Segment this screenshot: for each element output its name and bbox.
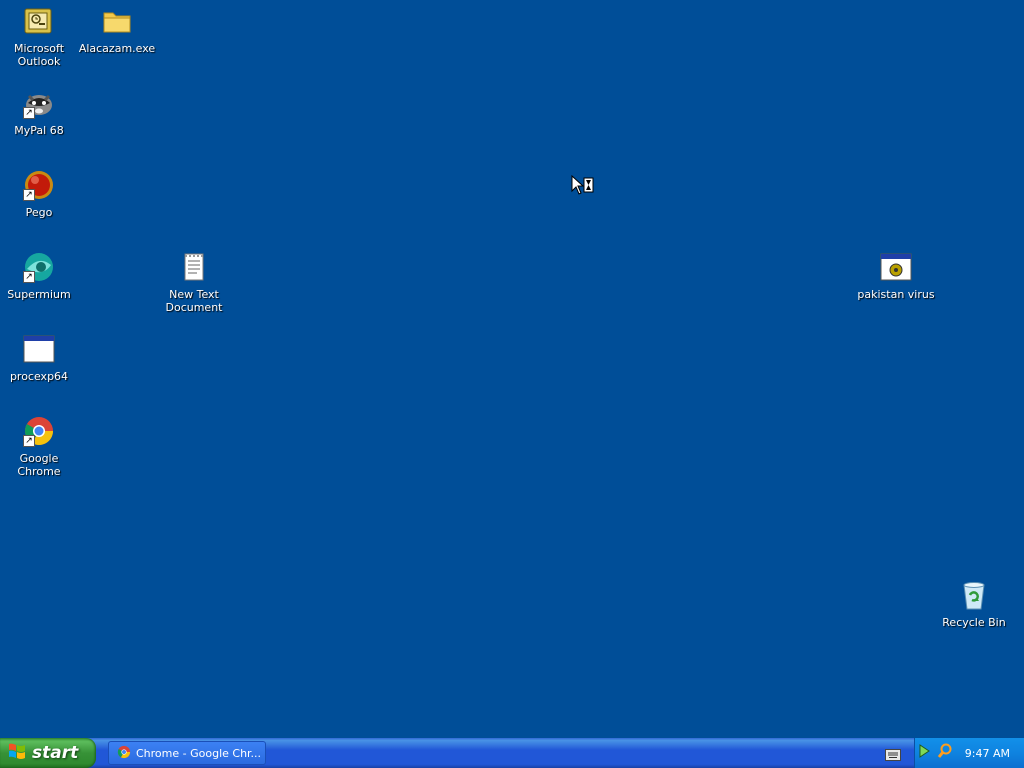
taskbar: start Chrome - Google Chr... 9:47 AM: [0, 738, 1024, 768]
desktop-icon-label: Supermium: [7, 288, 71, 301]
system-tray: 9:47 AM: [914, 738, 1024, 768]
start-label: start: [32, 743, 79, 763]
shortcut-arrow-icon: ↗: [23, 107, 35, 119]
desktop-icon-alacazam[interactable]: Alacazam.exe: [78, 2, 156, 55]
start-button[interactable]: start: [0, 738, 96, 768]
desktop-icon-label: Google Chrome: [17, 452, 61, 478]
desktop-icon-new-text-document[interactable]: New Text Document: [155, 248, 233, 314]
outlook-icon: [23, 5, 55, 37]
desktop-icon-label: New Text Document: [165, 288, 223, 314]
recycle-bin-icon: [958, 579, 990, 611]
windows-logo-icon: [8, 742, 26, 764]
desktop-icon-label: Recycle Bin: [942, 616, 1006, 629]
shortcut-arrow-icon: ↗: [23, 271, 35, 283]
supermium-icon: ↗: [23, 251, 55, 283]
clock[interactable]: 9:47 AM: [965, 747, 1010, 760]
application-icon: [880, 251, 912, 283]
pego-icon: ↗: [23, 169, 55, 201]
desktop-icon-label: MyPal 68: [14, 124, 64, 137]
desktop-icon-procexp64[interactable]: procexp64: [0, 330, 78, 383]
raccoon-icon: ↗: [23, 87, 55, 119]
application-window-icon: [23, 333, 55, 365]
taskbar-button-label: Chrome - Google Chr...: [136, 746, 262, 760]
desktop: Microsoft Outlook Alacazam.exe ↗ MyPal 6…: [0, 0, 1024, 738]
keyboard-icon[interactable]: [885, 746, 901, 765]
chrome-icon: [117, 745, 131, 762]
shortcut-arrow-icon: ↗: [23, 435, 35, 447]
folder-icon: [101, 5, 133, 37]
desktop-icon-label: Pego: [25, 206, 53, 219]
desktop-icon-microsoft-outlook[interactable]: Microsoft Outlook: [0, 2, 78, 68]
text-document-icon: [178, 251, 210, 283]
magnifier-icon[interactable]: [937, 743, 953, 763]
desktop-icon-mypal[interactable]: ↗ MyPal 68: [0, 84, 78, 137]
desktop-icon-recycle-bin[interactable]: Recycle Bin: [935, 576, 1013, 629]
shortcut-arrow-icon: ↗: [23, 189, 35, 201]
taskbar-button-chrome[interactable]: Chrome - Google Chr...: [108, 741, 266, 765]
desktop-icon-label: procexp64: [9, 370, 69, 383]
desktop-icon-label: pakistan virus: [857, 288, 935, 301]
desktop-icon-pego[interactable]: ↗ Pego: [0, 166, 78, 219]
chrome-icon: ↗: [23, 415, 55, 447]
desktop-icon-label: Alacazam.exe: [78, 42, 156, 55]
desktop-icon-label: Microsoft Outlook: [13, 42, 65, 68]
desktop-icon-supermium[interactable]: ↗ Supermium: [0, 248, 78, 301]
busy-cursor-icon: [571, 174, 595, 201]
desktop-icon-google-chrome[interactable]: ↗ Google Chrome: [0, 412, 78, 478]
network-icon[interactable]: [917, 743, 933, 763]
desktop-icon-pakistan-virus[interactable]: pakistan virus: [857, 248, 935, 301]
